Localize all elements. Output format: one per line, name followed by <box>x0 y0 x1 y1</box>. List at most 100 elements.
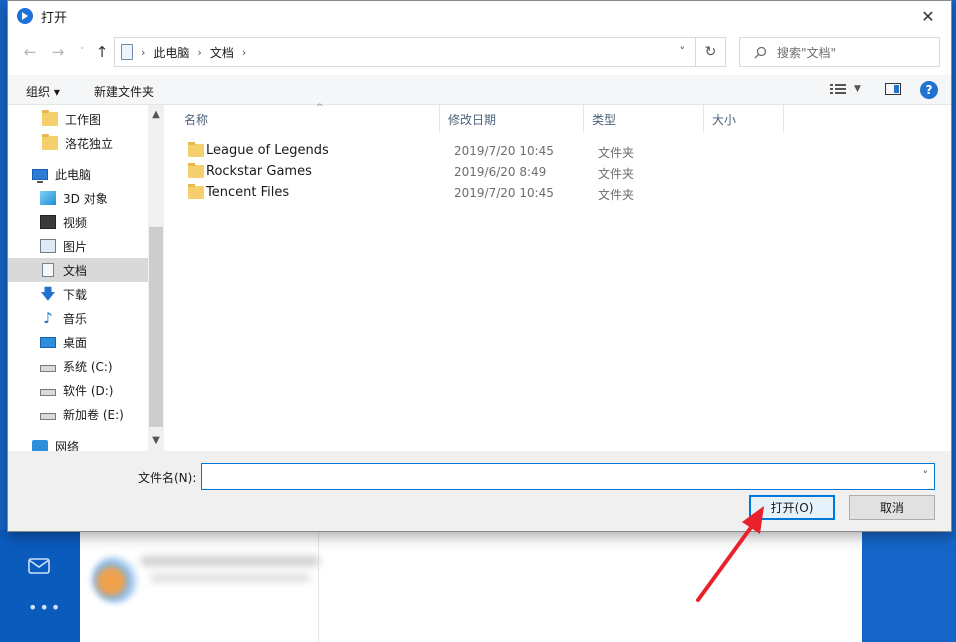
sidebar-item-label: 软件 (D:) <box>63 383 114 398</box>
details-view-icon <box>830 84 846 94</box>
new-folder-button[interactable]: 新建文件夹 <box>94 83 154 100</box>
file-date: 2019/6/20 8:49 <box>454 165 547 179</box>
sidebar-item-drive-d[interactable]: 软件 (D:) <box>8 378 148 402</box>
file-date: 2019/7/20 10:45 <box>454 186 554 200</box>
scroll-down-icon[interactable]: ▼ <box>148 435 164 446</box>
navigation-scrollbar[interactable]: ▲ ▼ <box>148 105 164 451</box>
document-location-icon <box>121 44 133 60</box>
sidebar-item-label: 桌面 <box>63 335 88 350</box>
filename-input[interactable]: ˅ <box>201 463 935 490</box>
sidebar-item-videos[interactable]: 视频 <box>8 210 148 234</box>
chevron-right-icon[interactable]: › <box>141 46 145 59</box>
network-icon <box>32 440 48 451</box>
bottom-pane: 文件名(N): ˅ 打开(O) 取消 <box>8 451 951 531</box>
file-row[interactable]: Tencent Files 2019/7/20 10:45 文件夹 <box>180 182 780 203</box>
drive-icon <box>40 412 56 420</box>
sort-ascending-icon: ^ <box>316 103 324 113</box>
chevron-down-icon: ▼ <box>854 84 861 94</box>
blurred-text <box>140 556 320 566</box>
forward-arrow-icon[interactable]: → <box>48 42 68 62</box>
sidebar-item-label: 系统 (C:) <box>63 359 113 374</box>
sidebar-item-label: 工作图 <box>65 112 102 127</box>
download-icon: 🡇 <box>40 285 56 303</box>
breadcrumb-this-pc[interactable]: 此电脑 <box>153 44 189 61</box>
annotation-arrow-icon <box>696 506 764 602</box>
file-name: League of Legends <box>206 143 329 158</box>
scroll-up-icon[interactable]: ▲ <box>148 109 164 120</box>
folder-icon <box>188 163 204 178</box>
file-type: 文件夹 <box>598 188 635 202</box>
up-arrow-icon[interactable]: ↑ <box>92 42 112 62</box>
column-header-label: 修改日期 <box>448 112 497 127</box>
sidebar-item-music[interactable]: ♪ 音乐 <box>8 306 148 330</box>
close-button[interactable]: ✕ <box>905 1 951 31</box>
sidebar-item-label: 新加卷 (E:) <box>63 407 124 422</box>
cube-icon <box>40 191 56 205</box>
desktop-icon <box>40 336 56 348</box>
organize-button[interactable]: 组织 ▾ <box>26 83 60 100</box>
more-icon[interactable]: ••• <box>28 598 62 617</box>
sidebar-item-documents[interactable]: 文档 <box>8 258 148 282</box>
sidebar-item-network[interactable]: 网络 <box>8 434 148 451</box>
sidebar-item-folder[interactable]: 洛花独立 <box>8 131 148 155</box>
open-file-dialog: 打开 ✕ ← → ˅ ↑ › 此电脑 › 文档 › ˅ ↻ 搜索"文档" 组织 … <box>7 0 952 532</box>
column-header-type[interactable]: 类型 <box>584 105 704 133</box>
file-row[interactable]: Rockstar Games 2019/6/20 8:49 文件夹 <box>180 161 780 182</box>
mail-icon[interactable] <box>28 558 50 574</box>
back-arrow-icon[interactable]: ← <box>20 42 40 62</box>
recent-dropdown-icon[interactable]: ˅ <box>72 42 92 62</box>
column-header-date[interactable]: 修改日期 <box>440 105 584 133</box>
search-input[interactable]: 搜索"文档" <box>739 37 940 67</box>
picture-icon <box>40 239 56 253</box>
chevron-down-icon[interactable]: ˅ <box>680 45 686 58</box>
sidebar-item-label: 洛花独立 <box>65 136 114 151</box>
sidebar-item-label: 此电脑 <box>55 167 92 182</box>
chevron-right-icon[interactable]: › <box>242 46 246 59</box>
address-bar[interactable]: › 此电脑 › 文档 › ˅ ↻ <box>114 37 726 67</box>
sidebar-item-label: 3D 对象 <box>63 191 108 206</box>
file-name: Rockstar Games <box>206 164 312 179</box>
file-type: 文件夹 <box>598 146 635 160</box>
sidebar-item-label: 文档 <box>63 263 88 278</box>
sidebar-item-label: 网络 <box>55 439 80 452</box>
video-icon <box>40 215 56 229</box>
folder-icon <box>188 142 204 157</box>
file-row[interactable]: League of Legends 2019/7/20 10:45 文件夹 <box>180 140 780 161</box>
navigation-bar: ← → ˅ ↑ › 此电脑 › 文档 › ˅ ↻ 搜索"文档" <box>8 35 951 69</box>
dialog-title: 打开 <box>41 10 68 26</box>
sidebar-item-drive-e[interactable]: 新加卷 (E:) <box>8 402 148 426</box>
chevron-right-icon[interactable]: › <box>197 46 201 59</box>
scrollbar-thumb[interactable] <box>149 227 163 427</box>
sidebar-item-folder[interactable]: 工作图 <box>8 107 148 131</box>
view-options-button[interactable]: ▼ <box>830 83 861 95</box>
sidebar-item-downloads[interactable]: 🡇 下载 <box>8 282 148 306</box>
refresh-icon[interactable]: ↻ <box>695 38 725 66</box>
preview-pane-icon[interactable] <box>885 83 901 95</box>
document-icon <box>42 263 54 277</box>
blurred-logo <box>92 555 140 603</box>
column-header-size[interactable]: 大小 <box>704 105 784 133</box>
sidebar-item-desktop[interactable]: 桌面 <box>8 330 148 354</box>
sidebar-item-this-pc[interactable]: 此电脑 <box>8 162 148 186</box>
command-toolbar: 组织 ▾ 新建文件夹 ▼ ? <box>8 75 951 105</box>
computer-icon <box>32 168 48 183</box>
help-icon[interactable]: ? <box>920 81 938 99</box>
sidebar-item-label: 音乐 <box>63 311 88 326</box>
chevron-down-icon[interactable]: ˅ <box>923 469 929 482</box>
sidebar-item-drive-c[interactable]: 系统 (C:) <box>8 354 148 378</box>
sidebar-item-3d-objects[interactable]: 3D 对象 <box>8 186 148 210</box>
background-sidebar <box>0 530 80 642</box>
folder-icon <box>42 110 58 126</box>
app-icon <box>17 8 33 24</box>
sidebar-item-pictures[interactable]: 图片 <box>8 234 148 258</box>
sidebar-item-label: 下载 <box>63 287 88 302</box>
cancel-button[interactable]: 取消 <box>849 495 935 520</box>
navigation-pane: 工作图 洛花独立 此电脑 3D 对象 视频 图片 文档 🡇 下载 ♪ 音乐 桌面… <box>8 105 164 451</box>
search-placeholder: 搜索"文档" <box>777 45 837 60</box>
column-header-label: 名称 <box>184 112 209 127</box>
column-header-label: 类型 <box>592 112 617 127</box>
column-header-name[interactable]: 名称 ^ <box>176 103 440 133</box>
filename-label: 文件名(N): <box>138 471 197 485</box>
breadcrumb-documents[interactable]: 文档 <box>210 44 234 61</box>
music-icon: ♪ <box>43 309 53 327</box>
